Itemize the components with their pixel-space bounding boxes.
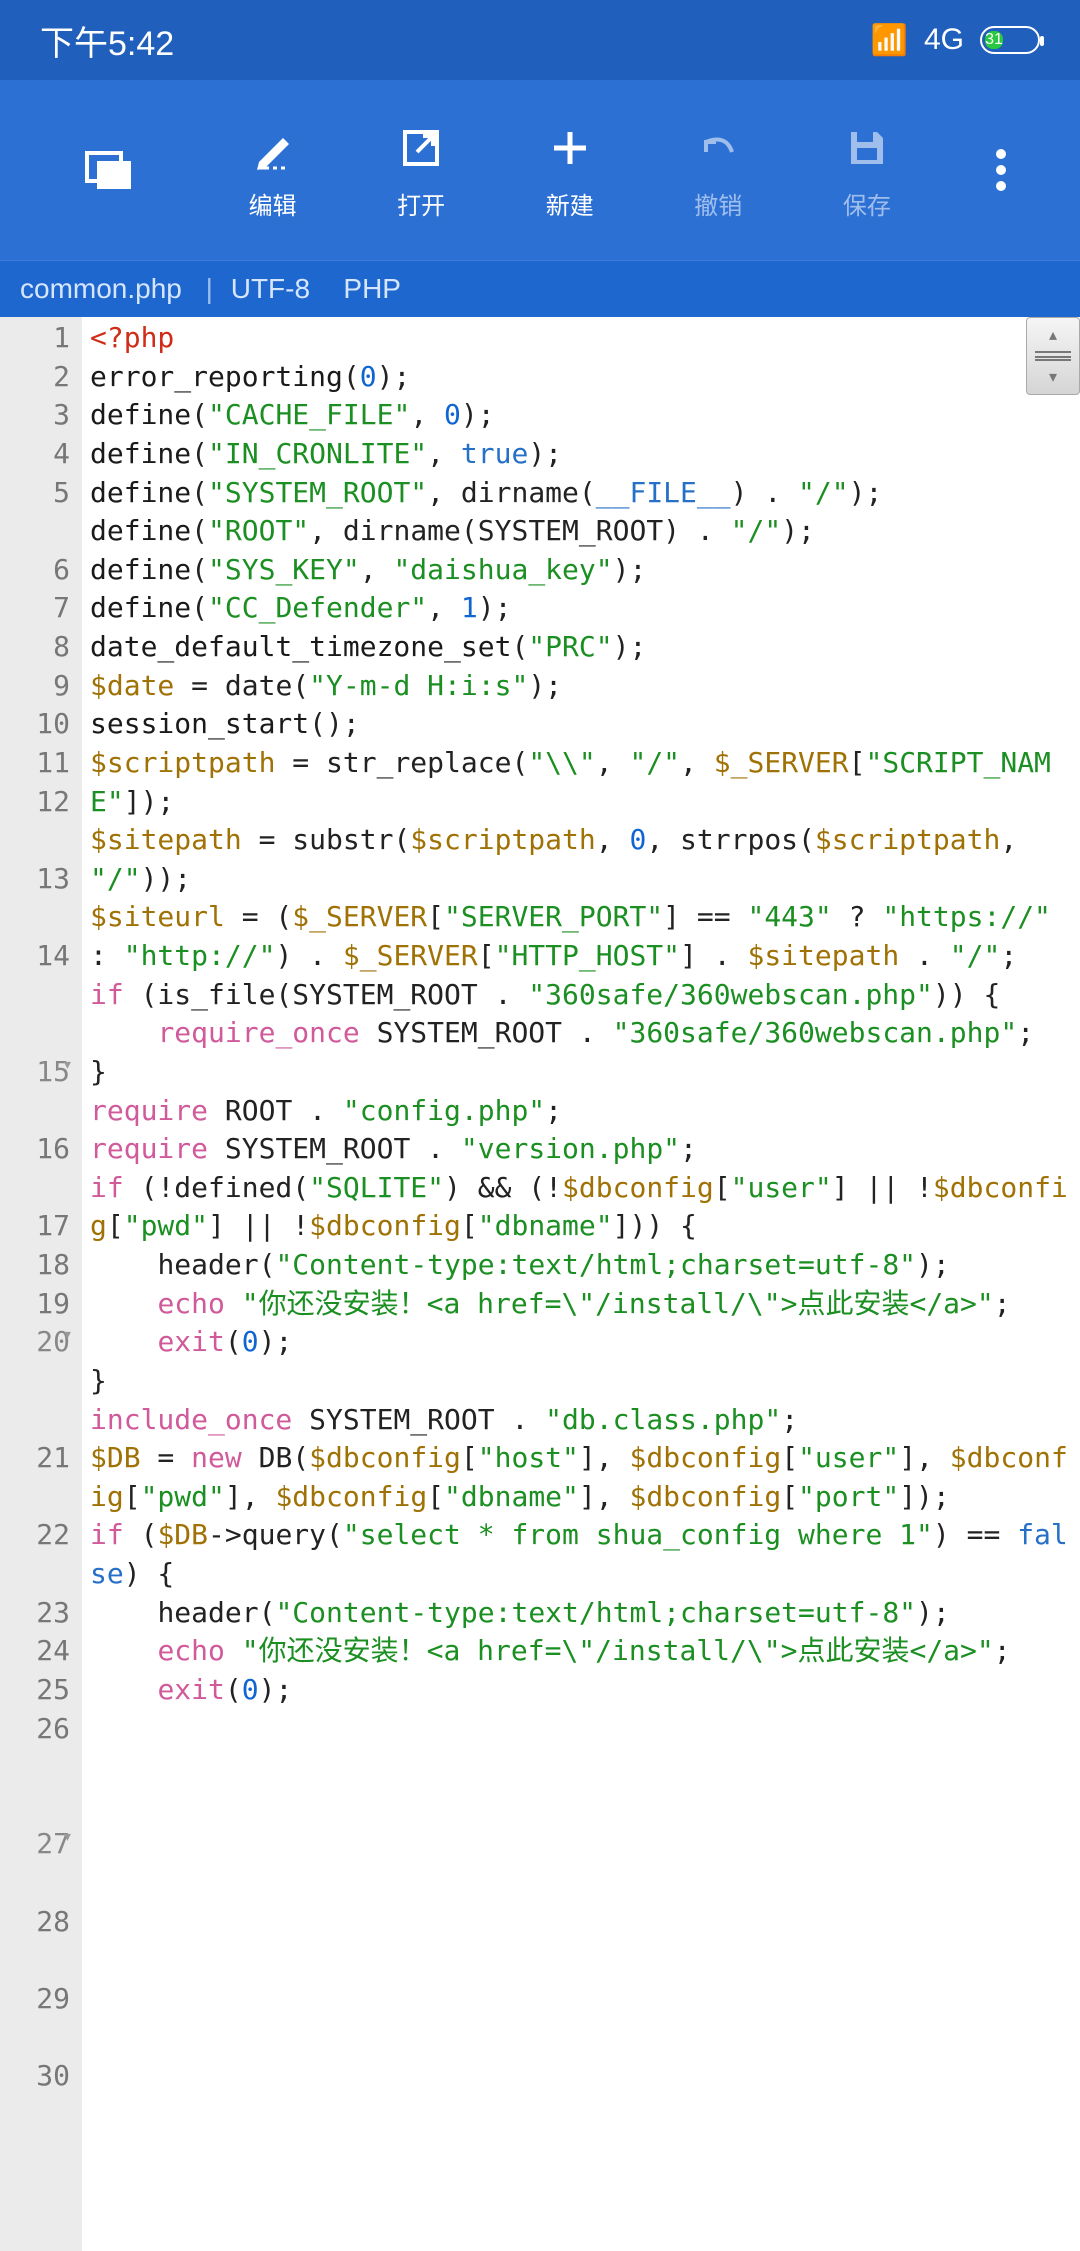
new-label: 新建 bbox=[546, 186, 594, 221]
save-icon bbox=[839, 120, 895, 176]
status-time: 下午5:42 bbox=[40, 16, 174, 65]
battery-icon: 31 bbox=[980, 26, 1040, 54]
undo-icon bbox=[690, 120, 746, 176]
editor-area[interactable]: 12345 6789101112 13 14 15 16 17181920 21… bbox=[0, 317, 1080, 2251]
plus-icon bbox=[542, 120, 598, 176]
open-button[interactable]: 打开 bbox=[347, 120, 496, 221]
code-content[interactable]: <?phperror_reporting(0);define("CACHE_FI… bbox=[82, 317, 1080, 2251]
signal-icon: 📶 bbox=[871, 23, 908, 58]
edit-label: 编辑 bbox=[249, 186, 297, 221]
edit-button[interactable]: 编辑 bbox=[198, 120, 347, 221]
new-button[interactable]: 新建 bbox=[495, 120, 644, 221]
status-right: 📶 4G 31 bbox=[871, 23, 1040, 58]
network-label: 4G bbox=[924, 23, 964, 57]
undo-label: 撤销 bbox=[694, 186, 742, 221]
more-button[interactable] bbox=[941, 142, 1060, 198]
toolbar: 编辑 打开 新建 撤销 保存 bbox=[0, 80, 1080, 260]
documents-button[interactable] bbox=[20, 142, 198, 198]
open-label: 打开 bbox=[397, 186, 445, 221]
more-icon bbox=[973, 142, 1029, 198]
documents-icon bbox=[81, 142, 137, 198]
status-bar: 下午5:42 📶 4G 31 bbox=[0, 0, 1080, 80]
line-number-gutter: 12345 6789101112 13 14 15 16 17181920 21… bbox=[0, 317, 82, 2251]
save-button[interactable]: 保存 bbox=[793, 120, 942, 221]
separator: | bbox=[206, 273, 213, 304]
file-tab-bar[interactable]: common.php | UTF-8 PHP bbox=[0, 260, 1080, 317]
encoding-label: UTF-8 bbox=[231, 273, 310, 304]
undo-button[interactable]: 撤销 bbox=[644, 120, 793, 221]
pencil-icon bbox=[245, 120, 301, 176]
battery-level: 31 bbox=[985, 31, 1003, 49]
fast-scroll-handle[interactable] bbox=[1026, 317, 1080, 395]
save-label: 保存 bbox=[843, 186, 891, 221]
language-label: PHP bbox=[343, 273, 401, 304]
filename-label: common.php bbox=[20, 273, 182, 304]
open-icon bbox=[393, 120, 449, 176]
